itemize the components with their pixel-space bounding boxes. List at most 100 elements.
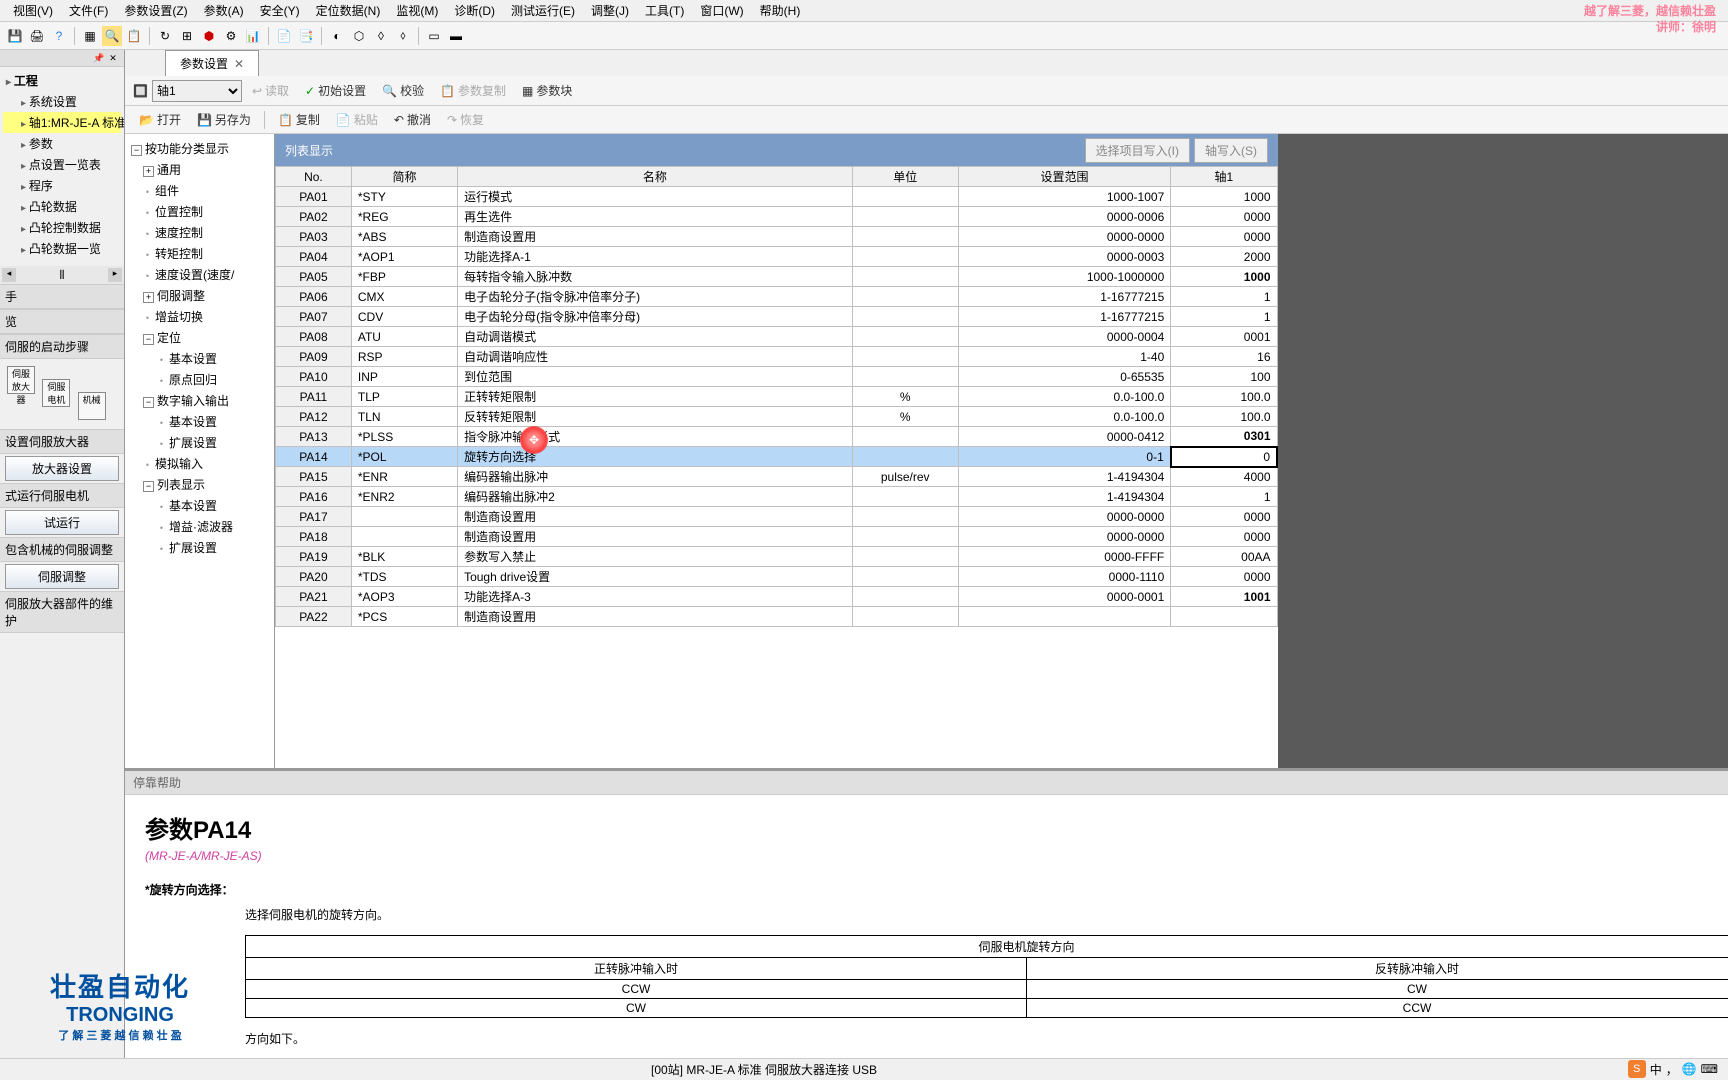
cat-servo[interactable]: 伺服调整 — [129, 285, 270, 306]
cat-home[interactable]: 原点回归 — [129, 369, 270, 390]
table-row[interactable]: PA20*TDSTough drive设置0000-11100000 — [276, 567, 1278, 587]
menu-item-8[interactable]: 测试运行(E) — [503, 0, 583, 21]
read-button[interactable]: ↩读取 — [246, 80, 295, 101]
tree-camlist[interactable]: 凸轮数据一览 — [3, 238, 121, 259]
tool-icon-8[interactable]: 📊 — [243, 26, 263, 46]
undo-button[interactable]: ↶撤消 — [388, 109, 437, 130]
table-row[interactable]: PA12TLN反转转矩限制%0.0-100.0100.0 — [276, 407, 1278, 427]
table-row[interactable]: PA09RSP自动调谐响应性1-4016 — [276, 347, 1278, 367]
tab-params[interactable]: 参数设置 ✕ — [165, 50, 259, 76]
table-row[interactable]: PA04*AOP1功能选择A-10000-00032000 — [276, 247, 1278, 267]
cat-component[interactable]: 组件 — [129, 180, 270, 201]
scroll-left-icon[interactable]: ◂ — [2, 268, 16, 282]
col-unit[interactable]: 单位 — [852, 167, 958, 187]
menu-item-2[interactable]: 参数设置(Z) — [116, 0, 195, 21]
table-row[interactable]: PA14*POL旋转方向选择0-10 — [276, 447, 1278, 467]
tool-icon-7[interactable]: ⚙ — [221, 26, 241, 46]
write-axis-button[interactable]: 轴写入(S) — [1194, 138, 1268, 163]
tool-icon-16[interactable]: ▬ — [446, 26, 466, 46]
table-row[interactable]: PA15*ENR编码器输出脉冲pulse/rev1-41943044000 — [276, 467, 1278, 487]
tool-icon-4[interactable]: ↻ — [155, 26, 175, 46]
col-range[interactable]: 设置范围 — [958, 167, 1170, 187]
cat-gainfilter[interactable]: 增益·滤波器 — [129, 516, 270, 537]
menu-item-1[interactable]: 文件(F) — [61, 0, 116, 21]
table-row[interactable]: PA08ATU自动调谐模式0000-00040001 — [276, 327, 1278, 347]
table-row[interactable]: PA17制造商设置用0000-00000000 — [276, 507, 1278, 527]
tree-params[interactable]: 参数 — [3, 133, 121, 154]
cat-basic1[interactable]: 基本设置 — [129, 348, 270, 369]
tuning-button[interactable]: 伺服调整 — [5, 564, 119, 589]
motor-box[interactable]: 伺服电机 — [42, 379, 70, 407]
view-header[interactable]: 览 — [0, 309, 124, 334]
table-row[interactable]: PA18制造商设置用0000-00000000 — [276, 527, 1278, 547]
col-axis[interactable]: 轴1 — [1171, 167, 1277, 187]
cat-dio[interactable]: 数字输入输出 — [129, 390, 270, 411]
open-button[interactable]: 📂打开 — [133, 109, 187, 130]
menu-item-10[interactable]: 工具(T) — [637, 0, 692, 21]
menu-item-12[interactable]: 帮助(H) — [752, 0, 809, 21]
table-row[interactable]: PA05*FBP每转指令输入脉冲数1000-10000001000 — [276, 267, 1278, 287]
cat-ext1[interactable]: 扩展设置 — [129, 432, 270, 453]
cat-ext2[interactable]: 扩展设置 — [129, 537, 270, 558]
copy-button[interactable]: 📋复制 — [272, 109, 326, 130]
table-row[interactable]: PA10INP到位范围0-65535100 — [276, 367, 1278, 387]
paste-button[interactable]: 📄粘贴 — [330, 109, 384, 130]
close-icon[interactable]: ✕ — [107, 52, 119, 64]
tool-icon-1[interactable]: ▦ — [80, 26, 100, 46]
menu-item-6[interactable]: 监视(M) — [388, 0, 446, 21]
tool-icon-11[interactable]: ◐ — [327, 26, 347, 46]
cat-basic3[interactable]: 基本设置 — [129, 495, 270, 516]
pin-icon[interactable]: 📌 — [93, 52, 105, 64]
scroll-right-icon[interactable]: ▸ — [108, 268, 122, 282]
table-row[interactable]: PA02*REG再生选件0000-00060000 — [276, 207, 1278, 227]
tool-icon-6[interactable]: ⬢ — [199, 26, 219, 46]
tool-icon-3[interactable]: 📋 — [124, 26, 144, 46]
col-name[interactable]: 名称 — [458, 167, 853, 187]
table-row[interactable]: PA16*ENR2编码器输出脉冲21-41943041 — [276, 487, 1278, 507]
tab-close-icon[interactable]: ✕ — [234, 57, 244, 71]
cat-general[interactable]: 通用 — [129, 159, 270, 180]
tree-system[interactable]: 系统设置 — [3, 91, 121, 112]
table-row[interactable]: PA01*STY运行模式1000-10071000 — [276, 187, 1278, 207]
tool-icon-9[interactable]: 📄 — [274, 26, 294, 46]
tool-icon-2[interactable]: 🔍 — [102, 26, 122, 46]
cat-position[interactable]: 位置控制 — [129, 201, 270, 222]
tree-program[interactable]: 程序 — [3, 175, 121, 196]
tool-icon-12[interactable]: ⬡ — [349, 26, 369, 46]
tree-camctrl[interactable]: 凸轮控制数据 — [3, 217, 121, 238]
cat-positioning[interactable]: 定位 — [129, 327, 270, 348]
paramblock-button[interactable]: ▦参数块 — [516, 80, 578, 101]
col-abbr[interactable]: 简称 — [351, 167, 457, 187]
help-icon[interactable]: ? — [49, 26, 69, 46]
save-icon[interactable]: 💾 — [5, 26, 25, 46]
saveas-button[interactable]: 💾另存为 — [191, 109, 257, 130]
table-row[interactable]: PA22*PCS制造商设置用 — [276, 607, 1278, 627]
verify-button[interactable]: 🔍校验 — [376, 80, 430, 101]
table-row[interactable]: PA21*AOP3功能选择A-30000-00011001 — [276, 587, 1278, 607]
assist-header[interactable]: 手 — [0, 284, 124, 309]
tree-root[interactable]: 工程 — [3, 70, 121, 91]
table-row[interactable]: PA11TLP正转转矩限制%0.0-100.0100.0 — [276, 387, 1278, 407]
tool-icon-14[interactable]: ⬨ — [393, 26, 413, 46]
redo-button[interactable]: ↷恢复 — [441, 109, 490, 130]
ime-icon[interactable]: S — [1628, 1060, 1646, 1078]
amp-settings-button[interactable]: 放大器设置 — [5, 456, 119, 481]
table-row[interactable]: PA19*BLK参数写入禁止0000-FFFF00AA — [276, 547, 1278, 567]
init-button[interactable]: ✓初始设置 — [299, 80, 372, 101]
axis-select[interactable]: 轴1 — [152, 80, 242, 102]
table-row[interactable]: PA13*PLSS指令脉冲输入形式0000-04120301 — [276, 427, 1278, 447]
cat-analog[interactable]: 模拟输入 — [129, 453, 270, 474]
menu-item-5[interactable]: 定位数据(N) — [308, 0, 389, 21]
cat-speedset[interactable]: 速度设置(速度/ — [129, 264, 270, 285]
menu-item-9[interactable]: 调整(J) — [583, 0, 637, 21]
amp-box[interactable]: 伺服放大器 — [7, 366, 35, 394]
tool-icon-10[interactable]: 📑 — [296, 26, 316, 46]
tree-cam[interactable]: 凸轮数据 — [3, 196, 121, 217]
table-row[interactable]: PA06CMX电子齿轮分子(指令脉冲倍率分子)1-167772151 — [276, 287, 1278, 307]
tool-icon-5[interactable]: ⊞ — [177, 26, 197, 46]
cat-list[interactable]: 列表显示 — [129, 474, 270, 495]
mech-box[interactable]: 机械 — [78, 392, 106, 420]
cat-gain[interactable]: 增益切换 — [129, 306, 270, 327]
parameter-table[interactable]: No. 简称 名称 单位 设置范围 轴1 PA01*STY运行模式1000-10… — [275, 166, 1278, 768]
table-row[interactable]: PA03*ABS制造商设置用0000-00000000 — [276, 227, 1278, 247]
